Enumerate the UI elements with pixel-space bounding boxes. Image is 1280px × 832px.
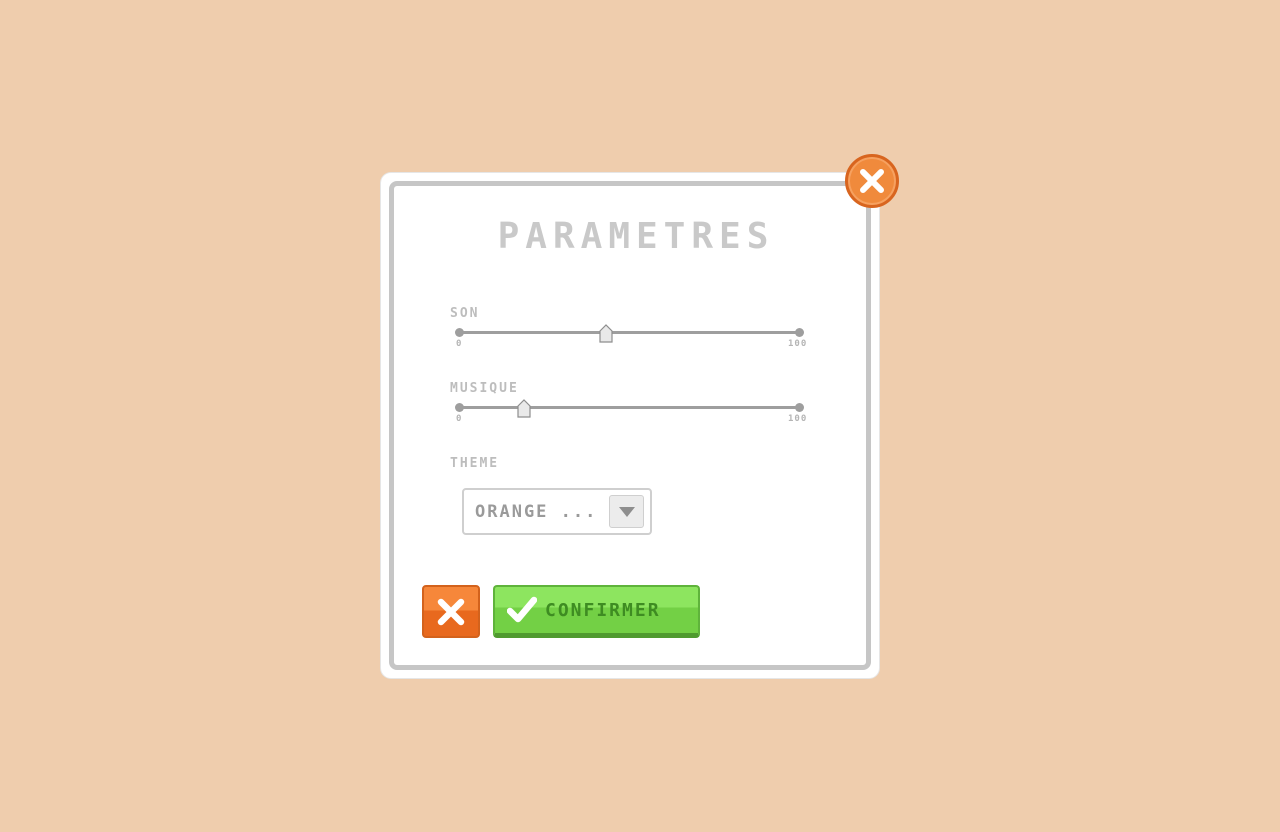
sound-slider-max-dot xyxy=(795,328,804,337)
sound-label: SON xyxy=(450,306,480,321)
music-slider-track[interactable] xyxy=(459,406,800,409)
theme-select[interactable]: ORANGE ... xyxy=(462,488,652,535)
sound-slider-thumb[interactable] xyxy=(599,324,613,343)
check-icon xyxy=(507,596,537,623)
dialog-title: PARAMETRES xyxy=(497,216,775,257)
close-icon xyxy=(437,598,465,626)
confirm-label: CONFIRMER xyxy=(545,600,661,621)
sound-max-label: 100 xyxy=(788,339,808,349)
theme-dropdown-toggle[interactable] xyxy=(609,495,644,528)
music-slider-max-dot xyxy=(795,403,804,412)
confirm-button[interactable]: CONFIRMER xyxy=(493,585,700,638)
sound-min-label: 0 xyxy=(456,339,463,349)
music-max-label: 100 xyxy=(788,414,808,424)
music-slider-thumb[interactable] xyxy=(517,399,531,418)
theme-selected-value: ORANGE ... xyxy=(475,502,598,522)
cancel-button[interactable] xyxy=(422,585,480,638)
theme-label: THEME xyxy=(450,456,500,471)
close-dialog-button[interactable] xyxy=(845,154,899,208)
chevron-down-icon xyxy=(619,507,635,517)
music-min-label: 0 xyxy=(456,414,463,424)
close-icon xyxy=(860,169,884,193)
music-label: MUSIQUE xyxy=(450,381,519,396)
sound-slider-track[interactable] xyxy=(459,331,800,334)
